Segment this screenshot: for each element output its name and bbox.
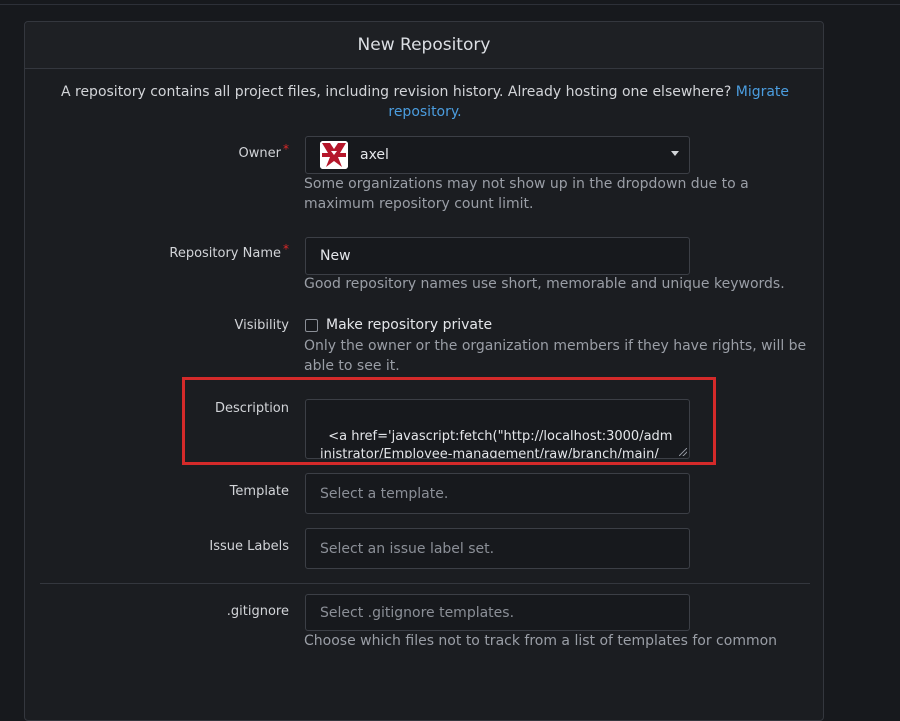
repo-name-label-text: Repository Name [169,246,281,261]
gitignore-label: .gitignore [226,604,289,619]
visibility-help: Only the owner or the organization membe… [304,338,807,374]
description-textarea[interactable]: <a href='javascript:fetch("http://localh… [305,399,690,459]
top-border [0,0,900,5]
description-value: <a href='javascript:fetch("http://localh… [320,429,673,459]
template-placeholder: Select a template. [320,485,449,502]
owner-label-text: Owner [238,146,281,161]
owner-help: Some organizations may not show up in th… [304,176,749,212]
required-asterisk: * [283,142,289,156]
issue-labels-placeholder: Select an issue label set. [320,540,495,557]
repo-name-value: New [320,248,351,264]
owner-label: Owner * [24,142,289,161]
issue-labels-dropdown[interactable]: Select an issue label set. [305,528,690,569]
gitignore-help: Choose which files not to track from a l… [304,633,778,649]
template-label: Template [229,484,289,499]
owner-dropdown[interactable]: axel [305,136,690,174]
description-label: Description [214,401,289,416]
private-checkbox[interactable] [305,319,318,332]
page-title: New Repository [25,22,823,69]
intro-text: A repository contains all project files,… [45,82,805,122]
caret-down-icon [671,151,679,156]
repo-name-help: Good repository names use short, memorab… [304,276,785,292]
avatar [320,141,348,169]
visibility-label: Visibility [234,318,289,333]
private-checkbox-label[interactable]: Make repository private [326,317,492,333]
template-dropdown[interactable]: Select a template. [305,473,690,514]
section-divider [40,583,810,584]
repo-name-input[interactable]: New [305,237,690,275]
repo-name-label: Repository Name * [24,242,289,261]
gitignore-placeholder: Select .gitignore templates. [320,604,515,621]
intro-description: A repository contains all project files,… [60,84,736,100]
issue-labels-label: Issue Labels [209,539,289,554]
gitignore-dropdown[interactable]: Select .gitignore templates. [305,594,690,631]
owner-value: axel [360,147,389,163]
required-asterisk: * [283,242,289,256]
resize-handle[interactable] [679,448,687,456]
